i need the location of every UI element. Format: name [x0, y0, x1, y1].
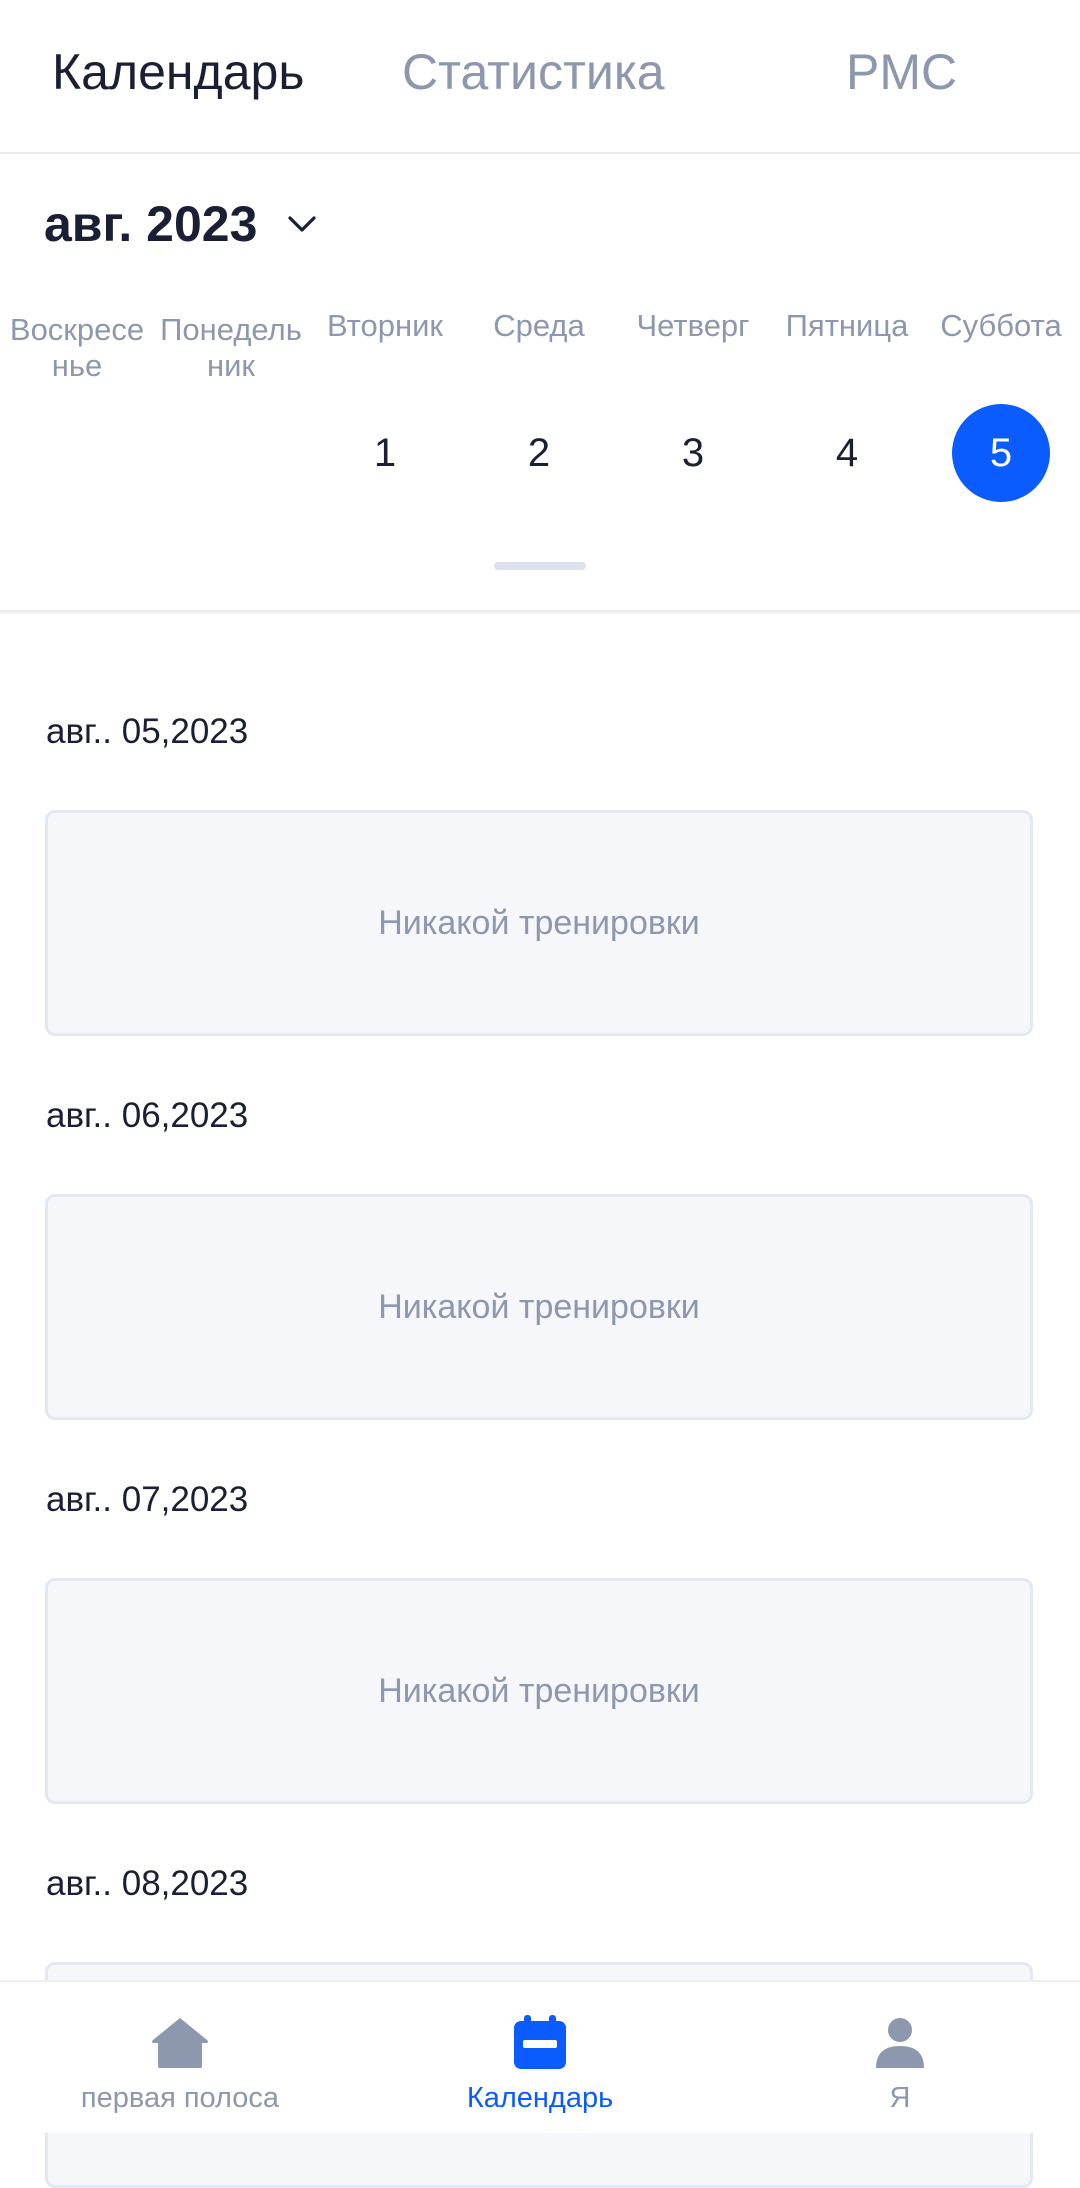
- month-selector[interactable]: авг. 2023: [44, 192, 319, 256]
- tab-pmc[interactable]: PMC: [846, 42, 957, 102]
- home-icon: [152, 2018, 208, 2068]
- top-tab-bar: Календарь Статистика PMC: [0, 0, 1080, 154]
- tab-statistics[interactable]: Статистика: [402, 42, 665, 102]
- divider: [0, 610, 1080, 614]
- weekday-thursday: Четверг: [636, 308, 750, 343]
- person-icon: [876, 2018, 924, 2068]
- month-title: авг. 2023: [44, 196, 258, 252]
- no-workout-text: Никакой тренировки: [378, 1287, 700, 1326]
- weekday-sunday: Воскресе нье: [9, 312, 145, 383]
- day-date-label: авг.. 06,2023: [46, 1096, 249, 1135]
- no-workout-text: Никакой тренировки: [378, 1671, 700, 1710]
- chevron-down-icon: [288, 216, 316, 232]
- nav-label: Календарь: [466, 2082, 614, 2114]
- day-date-label: авг.. 08,2023: [46, 1864, 249, 1903]
- nav-label: Я: [889, 2082, 911, 2114]
- calendar-day[interactable]: 3: [644, 404, 742, 502]
- weekday-tuesday: Вторник: [327, 308, 443, 343]
- workout-card-empty[interactable]: Никакой тренировки: [45, 1194, 1033, 1420]
- weekday-saturday: Суббота: [940, 308, 1062, 343]
- bottom-navigation: первая полоса Календарь Я: [0, 1980, 1080, 2133]
- calendar-day[interactable]: 4: [798, 404, 896, 502]
- weekday-wednesday: Среда: [493, 308, 585, 343]
- weekday-monday: Понедель ник: [160, 312, 302, 383]
- nav-label: первая полоса: [80, 2082, 280, 2114]
- workout-card-empty[interactable]: Никакой тренировки: [45, 810, 1033, 1036]
- day-date-label: авг.. 05,2023: [46, 712, 249, 751]
- nav-item-home[interactable]: первая полоса: [0, 1982, 360, 2133]
- workout-card-empty[interactable]: Никакой тренировки: [45, 1578, 1033, 1804]
- calendar-icon: [514, 2015, 566, 2069]
- nav-item-calendar[interactable]: Календарь: [360, 1982, 720, 2133]
- nav-item-profile[interactable]: Я: [720, 1982, 1080, 2133]
- calendar-day[interactable]: 2: [490, 404, 588, 502]
- tab-calendar[interactable]: Календарь: [52, 42, 304, 102]
- no-workout-text: Никакой тренировки: [378, 903, 700, 942]
- weekday-friday: Пятница: [785, 308, 909, 343]
- calendar-day-selected[interactable]: 5: [952, 404, 1050, 502]
- day-date-label: авг.. 07,2023: [46, 1480, 249, 1519]
- calendar-drag-handle[interactable]: [494, 562, 586, 570]
- calendar-day[interactable]: 1: [336, 404, 434, 502]
